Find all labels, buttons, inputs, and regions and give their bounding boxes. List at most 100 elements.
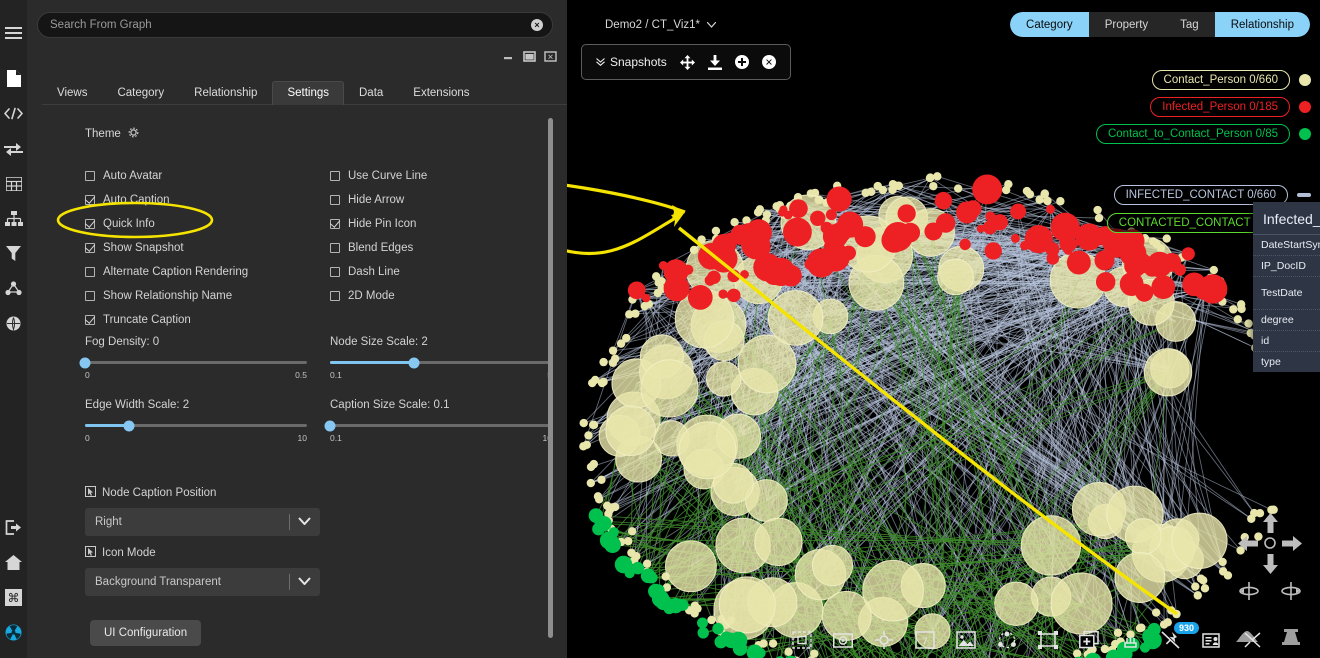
arrow-up-icon[interactable] xyxy=(1263,513,1278,538)
checkbox-box[interactable] xyxy=(330,291,340,301)
search-clear-icon[interactable]: × xyxy=(531,19,543,31)
checkbox-show-relationship-name[interactable]: Show Relationship Name xyxy=(85,284,248,308)
select-control[interactable]: Background Transparent xyxy=(85,568,320,596)
checkbox-truncate-caption[interactable]: Truncate Caption xyxy=(85,308,248,332)
tab-category[interactable]: Category xyxy=(102,81,179,105)
checkbox-box[interactable] xyxy=(330,243,340,253)
tab-extensions[interactable]: Extensions xyxy=(398,81,484,105)
arrow-right-icon[interactable] xyxy=(1282,536,1302,556)
checkbox-hide-pin-icon[interactable]: Hide Pin Icon xyxy=(330,212,427,236)
checkbox-box[interactable] xyxy=(85,267,95,277)
checkbox-box[interactable] xyxy=(85,243,95,253)
minimize-button[interactable] xyxy=(502,50,515,63)
arrow-down-icon[interactable] xyxy=(1263,554,1278,579)
cluster-icon[interactable] xyxy=(997,631,1017,649)
target-icon[interactable] xyxy=(874,631,894,649)
add-icon[interactable] xyxy=(735,55,749,69)
code-icon[interactable] xyxy=(0,96,27,131)
search-input[interactable]: Search From Graph × xyxy=(37,12,553,38)
select-control[interactable]: Right xyxy=(85,508,320,536)
move-icon[interactable] xyxy=(680,55,695,70)
slider-node-size-scale[interactable]: Node Size Scale: 20.15 xyxy=(330,336,552,380)
checkbox-use-curve-line[interactable]: Use Curve Line xyxy=(330,164,427,188)
rotate-left-icon[interactable] xyxy=(1238,580,1260,607)
transfer-icon[interactable] xyxy=(0,131,27,166)
slider-track[interactable] xyxy=(330,424,552,427)
network-icon[interactable] xyxy=(0,271,27,306)
checkbox-dash-line[interactable]: Dash Line xyxy=(330,260,427,284)
maximize-button[interactable] xyxy=(523,50,536,63)
slider-track[interactable] xyxy=(330,361,552,364)
checkbox-box[interactable] xyxy=(85,219,95,229)
checkbox-box[interactable] xyxy=(330,267,340,277)
checkbox-box[interactable] xyxy=(330,219,340,229)
legend-item[interactable]: Contact_Person 0/660 xyxy=(1152,70,1311,90)
home-icon[interactable] xyxy=(0,545,27,580)
legend-chip[interactable]: Infected_Person 0/185 xyxy=(1150,97,1290,117)
checkbox-auto-caption[interactable]: Auto Caption xyxy=(85,188,248,212)
camera-icon[interactable] xyxy=(833,631,853,649)
legend-item[interactable]: Infected_Person 0/185 xyxy=(1150,97,1311,117)
checkbox-box[interactable] xyxy=(330,195,340,205)
checkbox-box[interactable] xyxy=(330,171,340,181)
chevron-down-icon[interactable] xyxy=(707,19,716,31)
center-dot-icon[interactable] xyxy=(1263,536,1277,555)
segtab-relationship[interactable]: Relationship xyxy=(1215,12,1310,37)
duplicate-icon[interactable] xyxy=(1079,631,1099,649)
select-box-icon[interactable] xyxy=(792,631,812,649)
tab-settings[interactable]: Settings xyxy=(272,81,344,105)
legend-chip[interactable]: Contact_to_Contact_Person 0/85 xyxy=(1096,124,1290,144)
download-icon[interactable] xyxy=(708,55,722,70)
slider-edge-width-scale[interactable]: Edge Width Scale: 2010 xyxy=(85,399,307,443)
legend-chip[interactable]: Contact_Person 0/660 xyxy=(1152,70,1290,90)
checkbox-blend-edges[interactable]: Blend Edges xyxy=(330,236,427,260)
segtab-tag[interactable]: Tag xyxy=(1164,12,1215,37)
theme-row[interactable]: Theme xyxy=(85,127,139,141)
brush-icon[interactable] xyxy=(1120,631,1140,649)
expand-box-icon[interactable] xyxy=(1038,631,1058,649)
tab-relationship[interactable]: Relationship xyxy=(179,81,272,105)
slider-knob[interactable] xyxy=(124,420,135,431)
gear-icon[interactable] xyxy=(128,127,139,141)
panel-scrollbar[interactable] xyxy=(548,118,553,638)
globe-icon[interactable] xyxy=(0,306,27,341)
checkbox-auto-avatar[interactable]: Auto Avatar xyxy=(85,164,248,188)
tab-data[interactable]: Data xyxy=(344,81,398,105)
checkbox-box[interactable] xyxy=(85,291,95,301)
table-icon[interactable] xyxy=(0,166,27,201)
ui-configuration-button[interactable]: UI Configuration xyxy=(90,620,201,646)
slider-track[interactable] xyxy=(85,361,307,364)
checkbox-hide-arrow[interactable]: Hide Arrow xyxy=(330,188,427,212)
image-icon[interactable] xyxy=(956,631,976,649)
legend-item[interactable]: Contact_to_Contact_Person 0/85 xyxy=(1096,124,1311,144)
layout-icon[interactable]: 7 xyxy=(915,631,935,649)
light-stand-icon[interactable] xyxy=(1280,629,1302,650)
segtab-property[interactable]: Property xyxy=(1089,12,1164,37)
close-button[interactable]: ✕ xyxy=(544,50,557,63)
tab-views[interactable]: Views xyxy=(42,81,102,105)
document-icon[interactable] xyxy=(0,61,27,96)
radiation-icon[interactable] xyxy=(0,615,27,650)
close-icon[interactable]: ✕ xyxy=(762,55,776,69)
checkbox-show-snapshot[interactable]: Show Snapshot xyxy=(85,236,248,260)
slider-caption-size-scale[interactable]: Caption Size Scale: 0.10.110 xyxy=(330,399,552,443)
cut-icon[interactable] xyxy=(1243,631,1263,649)
command-icon[interactable]: ⌘ xyxy=(0,580,27,615)
slider-track[interactable] xyxy=(85,424,307,427)
checkbox-box[interactable] xyxy=(85,315,95,325)
arrow-left-icon[interactable] xyxy=(1238,536,1258,556)
logout-icon[interactable] xyxy=(0,510,27,545)
snapshots-bar[interactable]: Snapshots ✕ xyxy=(581,44,791,80)
slider-knob[interactable] xyxy=(325,420,336,431)
checkbox-alternate-caption-rendering[interactable]: Alternate Caption Rendering xyxy=(85,260,248,284)
chevron-down-icon[interactable] xyxy=(298,516,311,528)
checkbox-2d-mode[interactable]: 2D Mode xyxy=(330,284,427,308)
graph-canvas[interactable]: Demo2 / CT_Viz1* Snapshots ✕ xyxy=(567,0,1320,658)
snapshots-toggle[interactable]: Snapshots xyxy=(596,55,667,69)
checkbox-box[interactable] xyxy=(85,171,95,181)
checkbox-box[interactable] xyxy=(85,195,95,205)
segtab-category[interactable]: Category xyxy=(1010,12,1089,37)
legend-card-icon[interactable] xyxy=(1202,631,1222,649)
chevron-down-icon[interactable] xyxy=(298,576,311,588)
slider-knob[interactable] xyxy=(80,357,91,368)
